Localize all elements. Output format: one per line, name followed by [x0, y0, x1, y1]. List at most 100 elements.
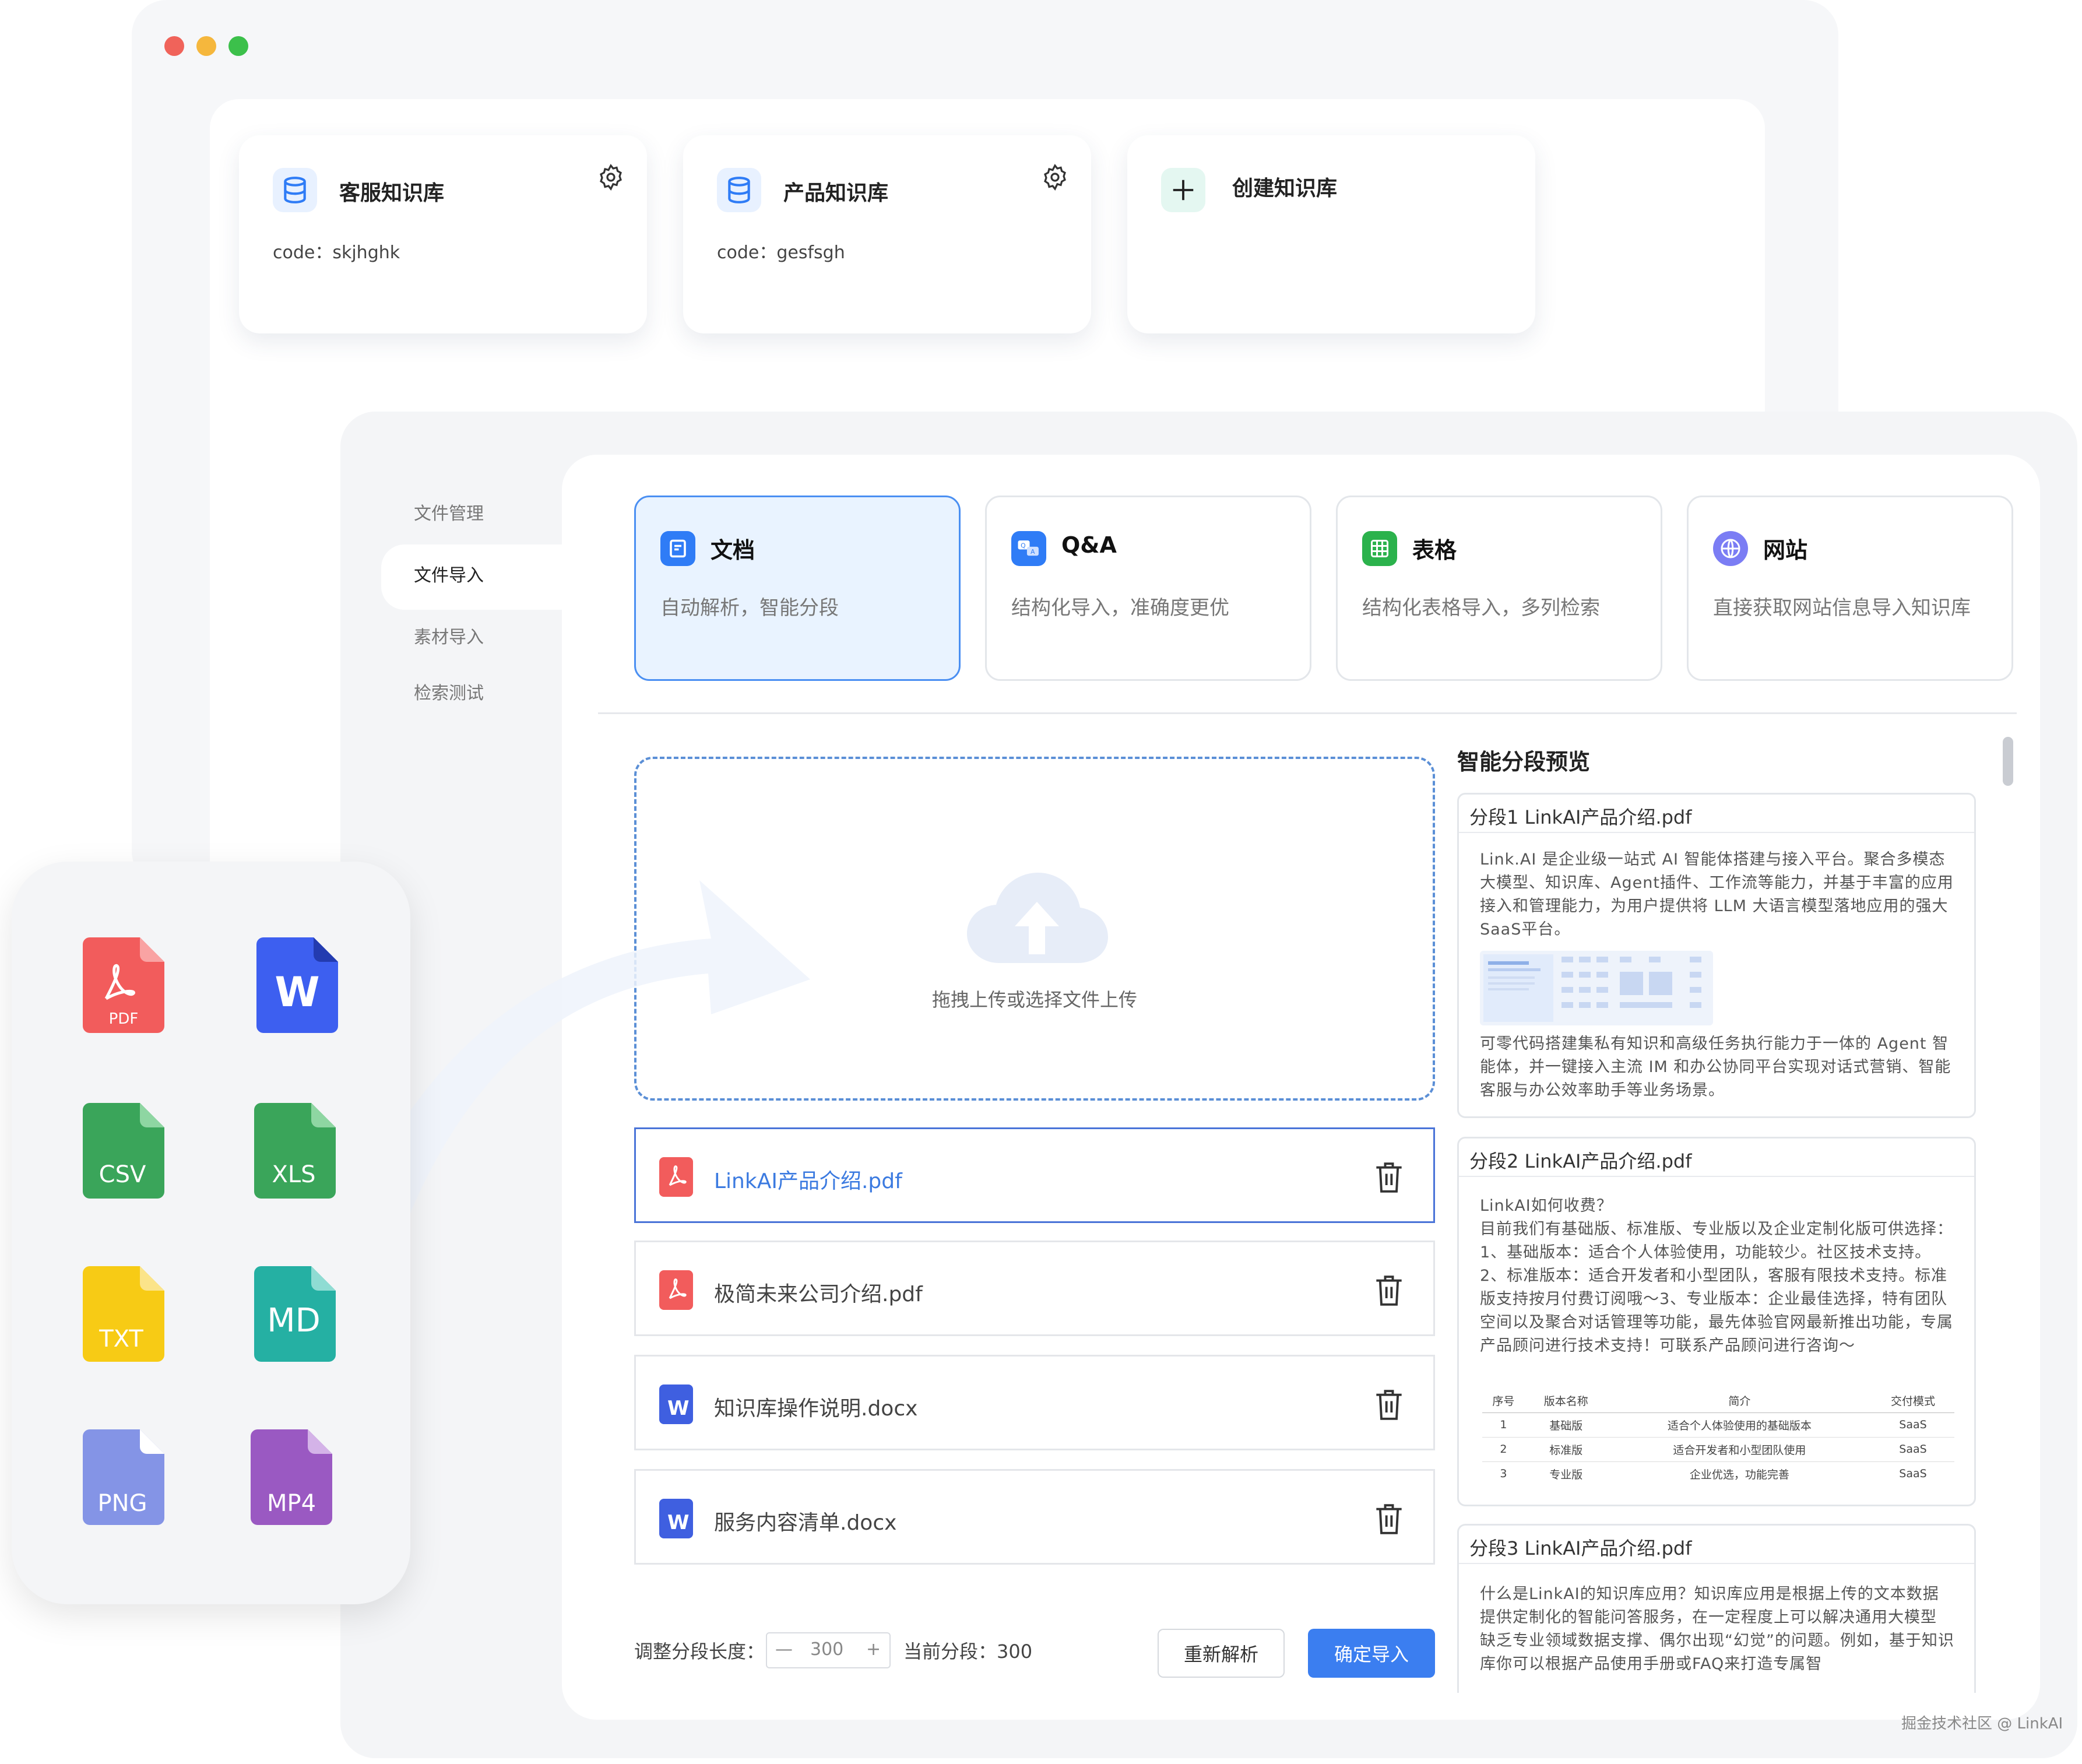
plus-icon — [1161, 168, 1205, 212]
import-type-document[interactable]: 文档 自动解析，智能分段 — [634, 496, 961, 681]
file-row[interactable]: W 服务内容清单.docx — [634, 1469, 1435, 1565]
pricing-table: 序号 版本名称 简介 交付模式 1 基础版 适合个人体验使用的基础版本 SaaS… — [1482, 1389, 1954, 1486]
cloud-upload-icon — [964, 870, 1110, 969]
plus-icon[interactable]: + — [866, 1639, 881, 1660]
file-name: 极简未来公司介绍.pdf — [714, 1282, 923, 1306]
sidebar-item-retrieval-test[interactable]: 检索测试 — [414, 679, 484, 704]
segment-header: 分段3 LinkAI产品介绍.pdf — [1459, 1526, 1974, 1564]
import-type-website[interactable]: 网站 直接获取网站信息导入知识库 — [1687, 496, 2013, 681]
png-type-icon: PNG — [83, 1429, 164, 1525]
table-header: 序号 — [1482, 1389, 1525, 1413]
import-type-desc: 自动解析，智能分段 — [660, 596, 839, 620]
file-name: 服务内容清单.docx — [714, 1511, 897, 1535]
file-row[interactable]: W 知识库操作说明.docx — [634, 1355, 1435, 1450]
preview-title: 智能分段预览 — [1457, 749, 1591, 775]
table-cell: 3 — [1500, 1467, 1507, 1481]
file-type-label: W — [275, 968, 319, 1016]
import-type-title: 文档 — [711, 537, 755, 563]
file-row[interactable]: LinkAI产品介绍.pdf — [634, 1127, 1435, 1223]
segment-card: 分段3 LinkAI产品介绍.pdf 什么是LinkAI的知识库应用？知识库应用… — [1457, 1524, 1976, 1693]
database-icon — [717, 168, 761, 212]
table-cell: SaaS — [1871, 1437, 1954, 1462]
segment-length-label: 调整分段长度： — [634, 1640, 765, 1663]
preview-scrollbar[interactable] — [2003, 737, 2013, 786]
file-name: LinkAI产品介绍.pdf — [714, 1169, 902, 1193]
current-segment: 当前分段：300 — [903, 1640, 1033, 1663]
qa-icon: QA — [1011, 531, 1046, 566]
window-maximize-dot[interactable] — [228, 36, 248, 56]
table-header: 交付模式 — [1871, 1389, 1954, 1413]
mp4-type-icon: MP4 — [251, 1429, 332, 1525]
import-type-qa[interactable]: QA Q&A 结构化导入，准确度更优 — [985, 496, 1311, 681]
segment-length-stepper[interactable]: — 300 + — [766, 1632, 891, 1668]
segment-header: 分段1 LinkAI产品介绍.pdf — [1459, 795, 1974, 833]
svg-text:W: W — [667, 1511, 690, 1534]
kb-title: 产品知识库 — [783, 181, 889, 205]
table-header: 版本名称 — [1524, 1389, 1608, 1413]
product-screenshot-thumbnail — [1480, 951, 1713, 1025]
file-row[interactable]: 极简未来公司介绍.pdf — [634, 1241, 1435, 1336]
svg-text:A: A — [1031, 548, 1035, 556]
confirm-import-button[interactable]: 确定导入 — [1308, 1629, 1435, 1678]
trash-icon[interactable] — [1374, 1502, 1404, 1536]
pdf-file-icon — [659, 1157, 693, 1197]
md-type-icon: MD — [254, 1266, 336, 1362]
table-cell: 专业版 — [1549, 1468, 1583, 1481]
knowledge-base-card[interactable]: 产品知识库 code：gesfsgh — [683, 135, 1091, 333]
import-type-title: 网站 — [1763, 537, 1808, 563]
table-cell: 适合个人体验使用的基础版本 — [1607, 1412, 1872, 1438]
segment-length-value[interactable]: 300 — [810, 1639, 843, 1660]
table-cell: 1 — [1482, 1412, 1525, 1438]
file-type-label: PNG — [97, 1490, 147, 1517]
globe-icon — [1713, 531, 1748, 566]
database-icon — [273, 168, 317, 212]
svg-text:W: W — [667, 1397, 690, 1420]
gear-icon[interactable] — [1041, 163, 1069, 191]
file-type-label: CSV — [99, 1161, 146, 1188]
table-row: 2 标准版 适合开发者和小型团队使用 SaaS — [1482, 1437, 1954, 1462]
word-type-icon: W — [256, 937, 338, 1033]
sidebar-item-material-import[interactable]: 素材导入 — [414, 623, 484, 648]
sidebar-item-file-import[interactable]: 文件导入 — [414, 561, 484, 586]
table-cell: SaaS — [1871, 1412, 1954, 1438]
table-cell: 基础版 — [1524, 1412, 1608, 1438]
sidebar-item-file-manage[interactable]: 文件管理 — [414, 499, 484, 525]
watermark: 掘金技术社区 @ LinkAI — [1901, 1715, 2063, 1733]
segment-header: 分段2 LinkAI产品介绍.pdf — [1459, 1138, 1974, 1177]
trash-icon[interactable] — [1374, 1161, 1404, 1194]
svg-text:Q: Q — [1021, 542, 1025, 549]
word-file-icon: W — [659, 1499, 693, 1538]
import-type-table[interactable]: 表格 结构化表格导入，多列检索 — [1336, 496, 1662, 681]
create-kb-card[interactable]: 创建知识库 — [1127, 135, 1535, 333]
table-cell: 企业优选，功能完善 — [1689, 1468, 1789, 1481]
table-cell: 标准版 — [1524, 1437, 1608, 1462]
import-type-desc: 直接获取网站信息导入知识库 — [1713, 596, 1971, 620]
xls-type-icon: XLS — [254, 1103, 336, 1199]
segment-text: 什么是LinkAI的知识库应用？知识库应用是根据上传的文本数据 提供定制化的智能… — [1480, 1585, 1954, 1673]
window-minimize-dot[interactable] — [196, 36, 216, 56]
document-icon — [660, 531, 695, 566]
trash-icon[interactable] — [1374, 1274, 1404, 1308]
file-name: 知识库操作说明.docx — [714, 1397, 918, 1421]
file-type-label: TXT — [99, 1326, 143, 1352]
segment-card: 分段1 LinkAI产品介绍.pdf Link.AI 是企业级一站式 AI 智能… — [1457, 793, 1976, 1118]
segment-text: Link.AI 是企业级一站式 AI 智能体搭建与接入平台。聚合多模态大模型、知… — [1480, 851, 1954, 939]
file-type-label: MP4 — [267, 1490, 316, 1517]
window-close-dot[interactable] — [164, 36, 184, 56]
gear-icon[interactable] — [597, 163, 625, 191]
import-type-desc: 结构化导入，准确度更优 — [1011, 596, 1229, 620]
kb-code: code：gesfsgh — [717, 243, 845, 263]
trash-icon[interactable] — [1374, 1388, 1404, 1422]
table-cell: 2 — [1482, 1437, 1525, 1462]
knowledge-base-card[interactable]: 客服知识库 code：skjhghk — [239, 135, 647, 333]
file-type-label: PDF — [109, 1010, 139, 1028]
reparse-button[interactable]: 重新解析 — [1158, 1629, 1285, 1678]
import-type-desc: 结构化表格导入，多列检索 — [1362, 596, 1600, 620]
create-kb-label: 创建知识库 — [1232, 177, 1338, 201]
divider — [598, 712, 2017, 714]
table-cell: 适合开发者和小型团队使用 — [1607, 1437, 1872, 1462]
minus-icon[interactable]: — — [775, 1639, 793, 1660]
segment-card: 分段2 LinkAI产品介绍.pdf LinkAI如何收费？ 目前我们有基础版、… — [1457, 1137, 1976, 1506]
kb-title: 客服知识库 — [339, 181, 445, 205]
word-file-icon: W — [659, 1385, 693, 1424]
